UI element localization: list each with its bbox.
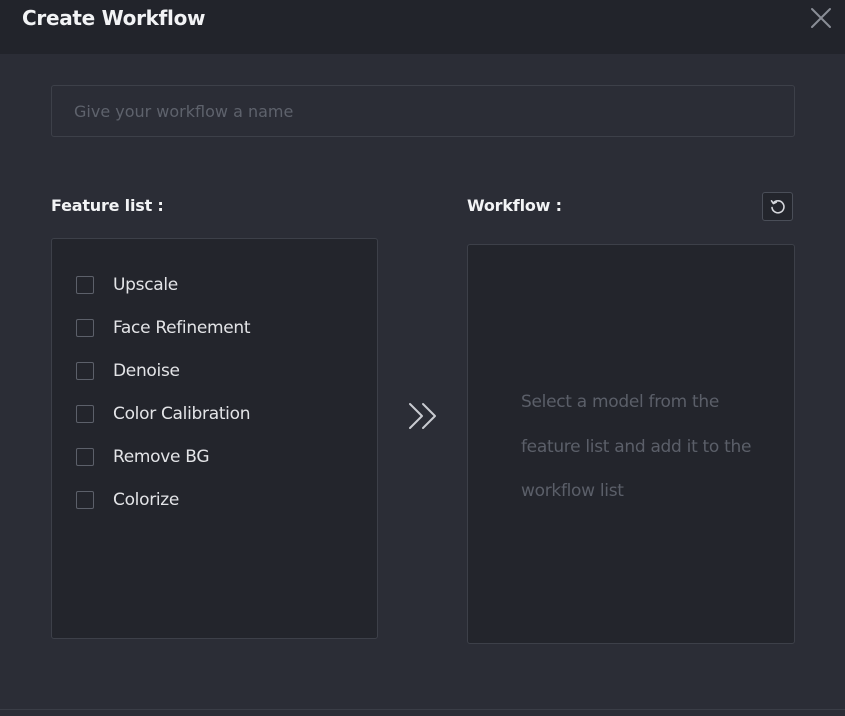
workflow-label: Workflow : bbox=[467, 196, 562, 215]
feature-item-upscale[interactable]: Upscale bbox=[76, 263, 250, 306]
dialog-header: Create Workflow bbox=[0, 0, 845, 54]
feature-item-colorize[interactable]: Colorize bbox=[76, 478, 250, 521]
workflow-name-input[interactable] bbox=[51, 85, 795, 137]
checkbox[interactable] bbox=[76, 404, 94, 423]
feature-list: Upscale Face Refinement Denoise Color Ca… bbox=[76, 263, 251, 521]
feature-list-panel: Upscale Face Refinement Denoise Color Ca… bbox=[51, 238, 378, 639]
reset-button[interactable] bbox=[762, 192, 793, 221]
workflow-panel: Select a model from the feature list and… bbox=[467, 244, 795, 644]
checkbox[interactable] bbox=[76, 275, 94, 294]
reset-icon bbox=[770, 199, 785, 214]
feature-label: Colorize bbox=[113, 489, 180, 510]
footer-divider bbox=[0, 709, 845, 710]
feature-label: Upscale bbox=[113, 274, 178, 295]
close-icon[interactable] bbox=[809, 6, 833, 30]
feature-item-remove-bg[interactable]: Remove BG bbox=[76, 435, 250, 478]
double-chevron-right-icon[interactable] bbox=[406, 401, 440, 431]
feature-label: Denoise bbox=[113, 360, 180, 381]
checkbox[interactable] bbox=[76, 447, 94, 466]
dialog-title: Create Workflow bbox=[22, 6, 206, 30]
feature-item-face-refinement[interactable]: Face Refinement bbox=[76, 306, 251, 349]
checkbox[interactable] bbox=[76, 361, 94, 380]
checkbox[interactable] bbox=[76, 318, 94, 337]
feature-label: Remove BG bbox=[113, 446, 210, 467]
feature-item-denoise[interactable]: Denoise bbox=[76, 349, 250, 392]
checkbox[interactable] bbox=[76, 490, 94, 509]
feature-label: Color Calibration bbox=[113, 403, 251, 424]
feature-label: Face Refinement bbox=[113, 317, 251, 338]
feature-item-color-calibration[interactable]: Color Calibration bbox=[76, 392, 250, 435]
workflow-empty-message: Select a model from the feature list and… bbox=[521, 392, 752, 501]
feature-list-label: Feature list : bbox=[51, 196, 164, 215]
